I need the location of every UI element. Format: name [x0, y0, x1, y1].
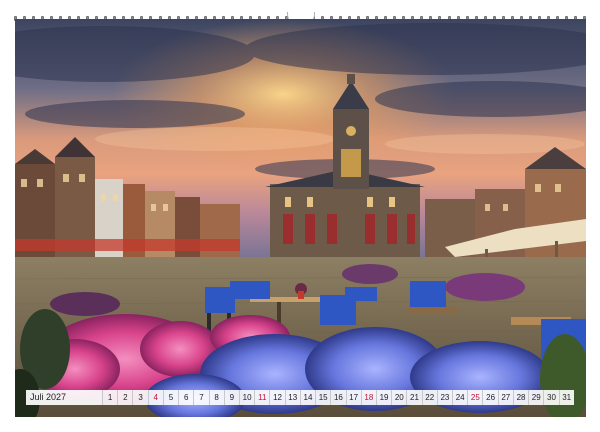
- day-cell: 25: [467, 390, 483, 405]
- day-cell: 29: [528, 390, 544, 405]
- month-label: Juli 2027: [26, 390, 102, 405]
- day-cell: 10: [238, 390, 255, 405]
- day-cell: 1: [102, 390, 118, 405]
- calendar-page: Juli 2027 1 2 3 4 5 6 7 8 9 10 11 12 13 14 15 16 17 18 19 2…: [0, 0, 600, 432]
- day-cell: 2: [117, 390, 133, 405]
- day-cell: 5: [162, 390, 179, 405]
- calendar-strip: Juli 2027 1 2 3 4 5 6 7 8 9 10 11 12 13 14 15 16 17 18 19 2…: [26, 390, 574, 405]
- day-cell: 24: [452, 390, 468, 405]
- day-cell: 15: [315, 390, 331, 405]
- calendar-photo: [15, 19, 586, 417]
- day-cell: 13: [284, 390, 300, 405]
- day-cell: 16: [330, 390, 346, 405]
- day-cell: 12: [269, 390, 285, 405]
- day-cell: 3: [132, 390, 148, 405]
- day-cell: 23: [436, 390, 453, 405]
- day-cell: 26: [482, 390, 498, 405]
- day-cell: 18: [360, 390, 376, 405]
- day-cell: 17: [345, 390, 361, 405]
- day-cell: 4: [147, 390, 163, 405]
- day-cell: 8: [208, 390, 224, 405]
- day-cell: 27: [497, 390, 513, 405]
- day-cell: 6: [178, 390, 194, 405]
- day-cell: 19: [375, 390, 392, 405]
- day-cell: 28: [512, 390, 529, 405]
- day-row: 1 2 3 4 5 6 7 8 9 10 11 12 13 14 15 16 17 18 19 20 21 22 23 24 2…: [102, 390, 574, 405]
- day-cell: 22: [421, 390, 437, 405]
- town-square-photo: [15, 19, 586, 417]
- day-cell: 30: [543, 390, 559, 405]
- day-cell: 31: [558, 390, 574, 405]
- day-cell: 14: [299, 390, 316, 405]
- day-cell: 11: [254, 390, 270, 405]
- day-cell: 21: [406, 390, 422, 405]
- day-cell: 9: [223, 390, 239, 405]
- day-cell: 7: [193, 390, 209, 405]
- day-cell: 20: [391, 390, 407, 405]
